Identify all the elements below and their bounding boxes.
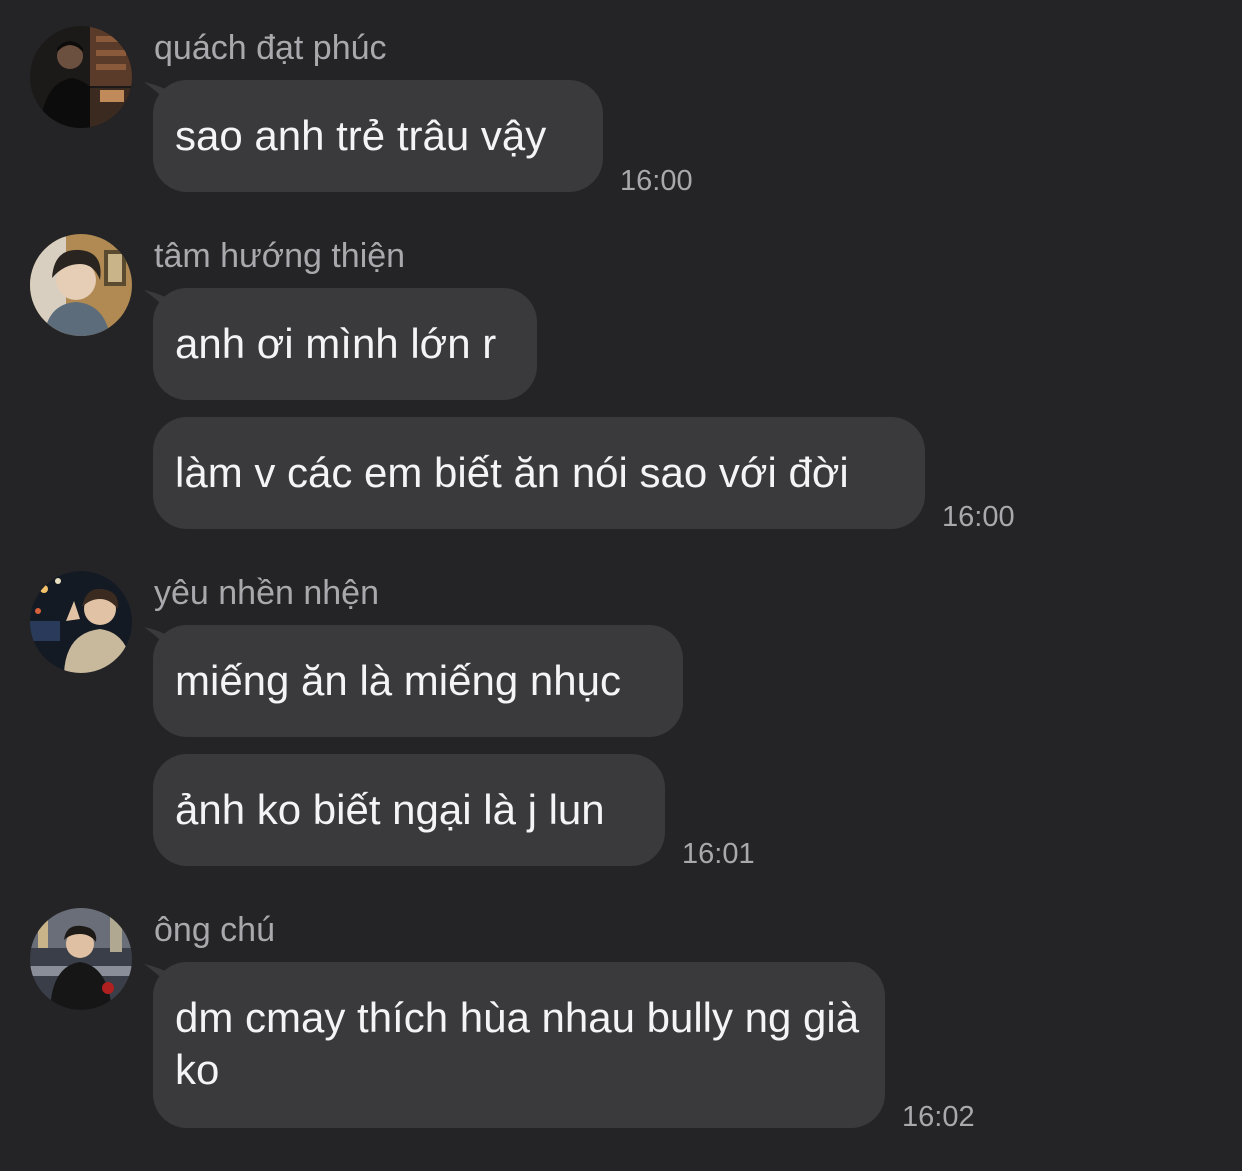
message-bubble[interactable]: làm v các em biết ăn nói sao với đời xyxy=(153,417,925,529)
sender-name: quách đạt phúc xyxy=(154,29,387,67)
sender-name: ông chú xyxy=(154,911,275,949)
user-avatar-icon xyxy=(30,908,132,1010)
user-avatar-icon xyxy=(30,571,132,673)
sender-name: yêu nhền nhện xyxy=(154,574,379,612)
user-avatar-icon xyxy=(30,234,132,336)
avatar[interactable] xyxy=(30,234,132,336)
chat-thread: quách đạt phúc sao anh trẻ trâu vậy 16:0… xyxy=(0,0,1242,1171)
avatar[interactable] xyxy=(30,571,132,673)
message-time: 16:01 xyxy=(682,838,755,870)
message-bubble[interactable]: miếng ăn là miếng nhục xyxy=(153,625,683,737)
message-time: 16:02 xyxy=(902,1101,975,1133)
message-bubble[interactable]: dm cmay thích hùa nhau bully ng già ko xyxy=(153,962,885,1128)
user-avatar-icon xyxy=(30,26,132,128)
avatar[interactable] xyxy=(30,26,132,128)
avatar[interactable] xyxy=(30,908,132,1010)
message-time: 16:00 xyxy=(620,165,693,197)
message-bubble[interactable]: sao anh trẻ trâu vậy xyxy=(153,80,603,192)
message-time: 16:00 xyxy=(942,501,1015,533)
message-bubble[interactable]: anh ơi mình lớn r xyxy=(153,288,537,400)
sender-name: tâm hướng thiện xyxy=(154,237,406,275)
message-bubble[interactable]: ảnh ko biết ngại là j lun xyxy=(153,754,665,866)
